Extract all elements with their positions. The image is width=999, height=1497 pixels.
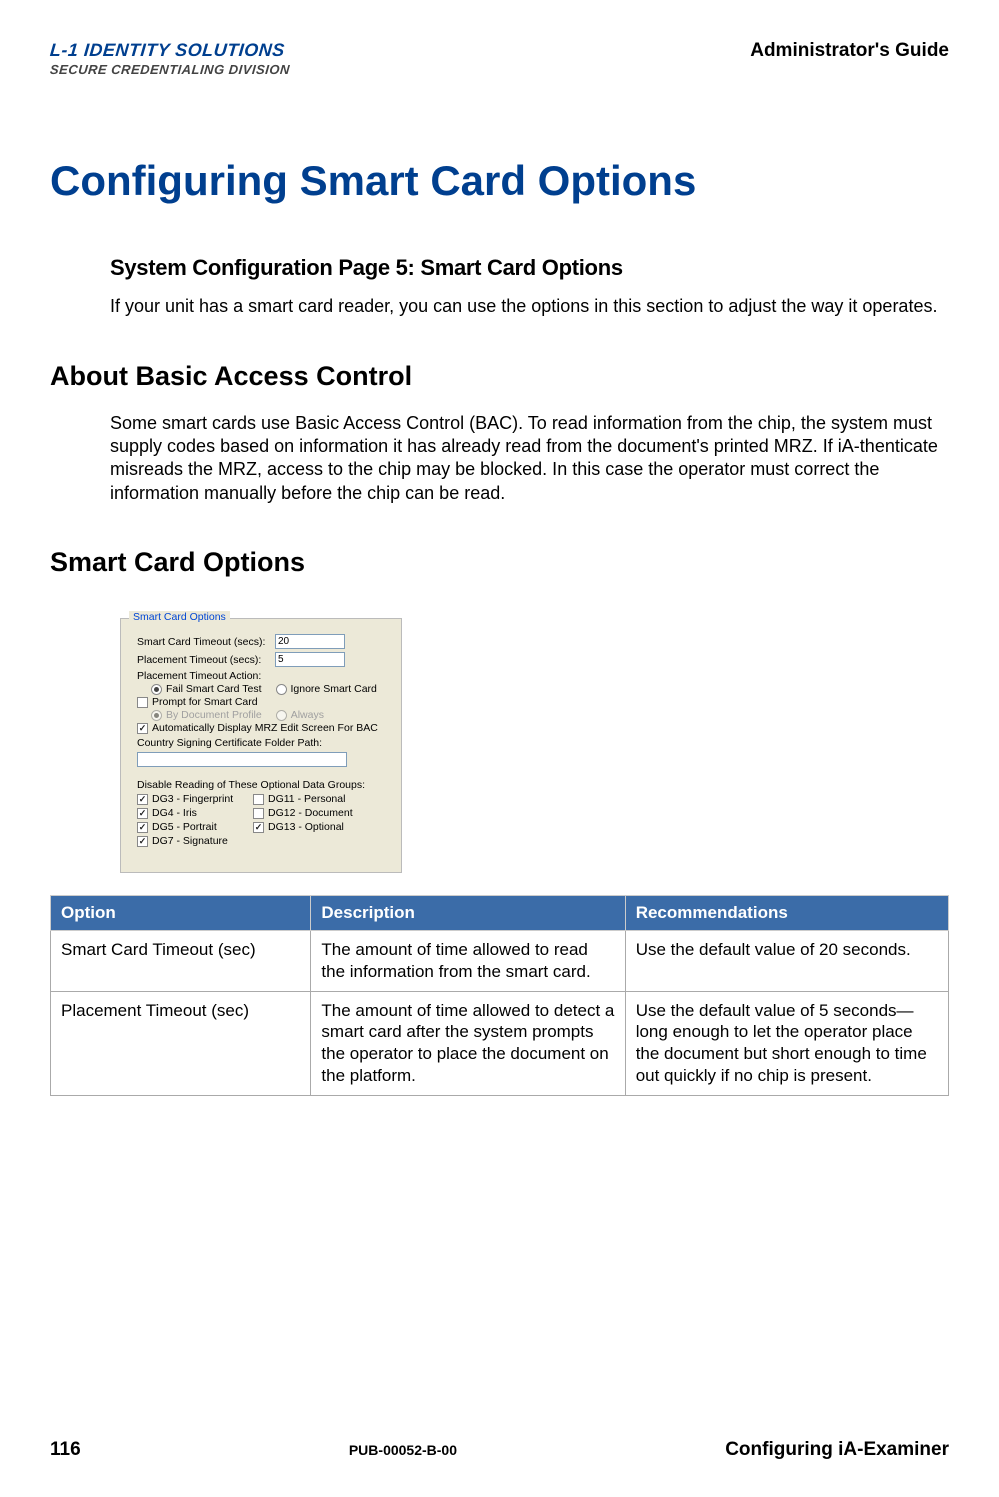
cell-recommendations: Use the default value of 20 seconds. <box>625 931 948 992</box>
checkbox-auto-mrz[interactable] <box>137 723 148 734</box>
section-heading-bac: About Basic Access Control <box>50 361 949 392</box>
radio-ignore-smart-card[interactable] <box>276 684 287 695</box>
timeout-label: Smart Card Timeout (secs): <box>137 636 275 648</box>
logo-line-1: L-1 IDENTITY SOLUTIONS <box>49 40 291 62</box>
page-title: Configuring Smart Card Options <box>50 157 949 205</box>
section-heading-sysconfig: System Configuration Page 5: Smart Card … <box>110 255 939 281</box>
table-row: Smart Card Timeout (sec) The amount of t… <box>51 931 949 992</box>
section-body-sysconfig: If your unit has a smart card reader, yo… <box>110 295 939 318</box>
placement-timeout-label: Placement Timeout (secs): <box>137 654 275 666</box>
radio-profile-label: By Document Profile <box>166 709 262 721</box>
footer-title: Configuring iA-Examiner <box>725 1439 949 1461</box>
guide-title: Administrator's Guide <box>750 40 949 62</box>
radio-always <box>276 710 287 721</box>
cell-recommendations: Use the default value of 5 seconds— long… <box>625 991 948 1095</box>
checkbox-dg4[interactable] <box>137 808 148 819</box>
cert-path-label: Country Signing Certificate Folder Path: <box>137 737 322 749</box>
checkbox-dg11[interactable] <box>253 794 264 805</box>
dg7-label: DG7 - Signature <box>152 835 228 847</box>
radio-always-label: Always <box>291 709 324 721</box>
placement-action-label: Placement Timeout Action: <box>137 670 261 682</box>
page-number: 116 <box>50 1439 81 1461</box>
page-header: L-1 IDENTITY SOLUTIONS SECURE CREDENTIAL… <box>50 40 949 77</box>
checkbox-dg7[interactable] <box>137 836 148 847</box>
checkbox-dg13[interactable] <box>253 822 264 833</box>
dg11-label: DG11 - Personal <box>268 793 345 805</box>
radio-by-document-profile <box>151 710 162 721</box>
checkbox-prompt-smartcard[interactable] <box>137 697 148 708</box>
publication-id: PUB-00052-B-00 <box>349 1442 457 1458</box>
logo-line-2: SECURE CREDENTIALING DIVISION <box>49 62 290 78</box>
auto-mrz-label: Automatically Display MRZ Edit Screen Fo… <box>152 722 378 734</box>
panel-legend: Smart Card Options <box>129 611 230 623</box>
logo: L-1 IDENTITY SOLUTIONS SECURE CREDENTIAL… <box>50 40 290 77</box>
checkbox-dg3[interactable] <box>137 794 148 805</box>
prompt-label: Prompt for Smart Card <box>152 696 258 708</box>
section-body-bac: Some smart cards use Basic Access Contro… <box>110 412 939 506</box>
table-row: Placement Timeout (sec) The amount of ti… <box>51 991 949 1095</box>
cell-description: The amount of time allowed to detect a s… <box>311 991 625 1095</box>
table-header-description: Description <box>311 896 625 931</box>
radio-fail-label: Fail Smart Card Test <box>166 683 262 695</box>
page-footer: 116 PUB-00052-B-00 Configuring iA-Examin… <box>50 1439 949 1461</box>
dg4-label: DG4 - Iris <box>152 807 197 819</box>
dg5-label: DG5 - Portrait <box>152 821 217 833</box>
options-table: Option Description Recommendations Smart… <box>50 895 949 1096</box>
cert-path-input[interactable] <box>137 752 347 767</box>
dg12-label: DG12 - Document <box>268 807 353 819</box>
cell-description: The amount of time allowed to read the i… <box>311 931 625 992</box>
checkbox-dg5[interactable] <box>137 822 148 833</box>
dg3-label: DG3 - Fingerprint <box>152 793 233 805</box>
checkbox-dg12[interactable] <box>253 808 264 819</box>
placement-timeout-input[interactable] <box>275 652 345 667</box>
section-heading-options: Smart Card Options <box>50 547 949 578</box>
cell-option: Smart Card Timeout (sec) <box>51 931 311 992</box>
table-header-recommendations: Recommendations <box>625 896 948 931</box>
smart-card-timeout-input[interactable] <box>275 634 345 649</box>
smart-card-options-panel: Smart Card Options Smart Card Timeout (s… <box>120 618 402 873</box>
radio-ignore-label: Ignore Smart Card <box>291 683 377 695</box>
cell-option: Placement Timeout (sec) <box>51 991 311 1095</box>
dg-heading: Disable Reading of These Optional Data G… <box>137 779 365 791</box>
dg13-label: DG13 - Optional <box>268 821 344 833</box>
table-header-option: Option <box>51 896 311 931</box>
radio-fail-smart-card[interactable] <box>151 684 162 695</box>
